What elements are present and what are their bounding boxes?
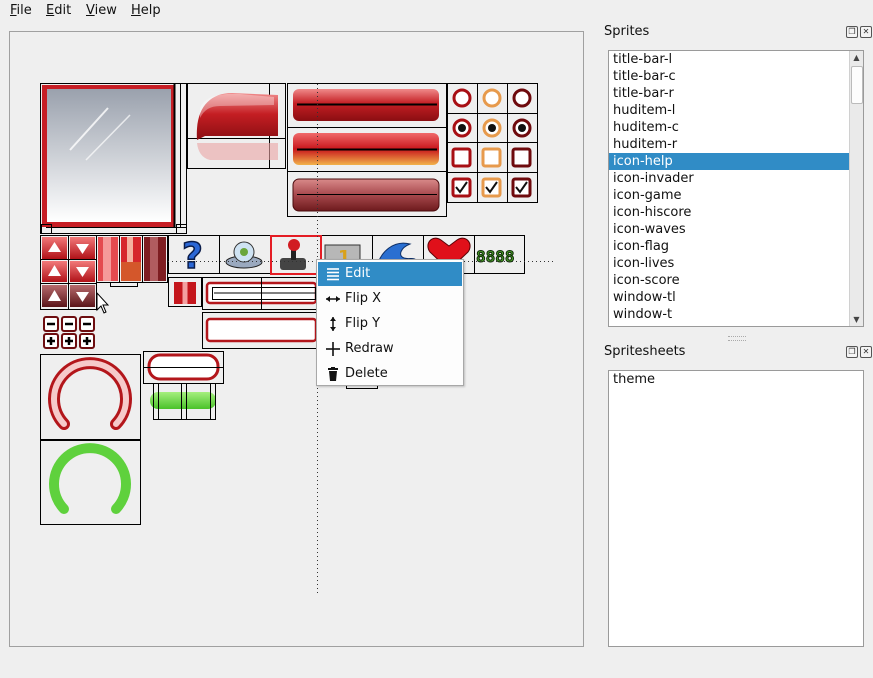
- menu-view[interactable]: View: [86, 3, 117, 19]
- sprites-panel-title: Sprites: [604, 24, 650, 39]
- sprite-list-item[interactable]: title-bar-c: [609, 68, 849, 85]
- sprite-list-item[interactable]: icon-waves: [609, 221, 849, 238]
- scroll-up-icon[interactable]: ▲: [850, 51, 863, 64]
- help-icon[interactable]: ?: [181, 235, 203, 278]
- radio-checkbox-sprites[interactable]: [447, 83, 538, 203]
- float-panel-icon[interactable]: ❐: [846, 346, 858, 358]
- sprite-list-item[interactable]: title-bar-l: [609, 51, 849, 68]
- sprite-list-item[interactable]: huditem-c: [609, 119, 849, 136]
- scroll-down-icon[interactable]: ▼: [850, 313, 863, 326]
- menu-help-label: elp: [140, 3, 161, 18]
- menu-help-accelerator: H: [131, 3, 141, 18]
- dock-splitter-handle[interactable]: [728, 336, 746, 341]
- sprite-list-item[interactable]: window-tl: [609, 289, 849, 306]
- window-sprite[interactable]: [40, 83, 187, 234]
- plus-icon: [326, 342, 340, 356]
- score-digits-icon[interactable]: 8888: [475, 242, 523, 267]
- menu-bar: File Edit View Help: [0, 0, 873, 22]
- menu-help[interactable]: Help: [131, 3, 161, 19]
- close-panel-icon[interactable]: ✕: [860, 26, 872, 38]
- sprite-list-item[interactable]: icon-score: [609, 272, 849, 289]
- sprite-list-item[interactable]: icon-lives: [609, 255, 849, 272]
- menu-item-label: Flip X: [345, 291, 381, 306]
- list-icon: [327, 268, 339, 281]
- svg-text:?: ?: [182, 236, 203, 277]
- sprite-list-item[interactable]: icon-hiscore: [609, 204, 849, 221]
- menu-item-label: Redraw: [345, 341, 394, 356]
- spritesheets-panel-title: Spritesheets: [604, 344, 686, 359]
- sprite-list-item[interactable]: icon-flag: [609, 238, 849, 255]
- menu-file[interactable]: File: [10, 3, 32, 19]
- trash-icon: [328, 367, 338, 381]
- menu-item-label: Edit: [345, 266, 371, 281]
- menu-item-flip-x[interactable]: Flip X: [318, 287, 462, 311]
- close-panel-icon[interactable]: ✕: [860, 346, 872, 358]
- sprite-list-scrollbar[interactable]: ▲ ▼: [849, 51, 863, 326]
- float-panel-icon[interactable]: ❐: [846, 26, 858, 38]
- flip-vertical-icon: [330, 317, 336, 331]
- menu-item-redraw[interactable]: Redraw: [318, 337, 462, 361]
- score-digits: 8888: [476, 247, 515, 266]
- sprite-list-item[interactable]: huditem-r: [609, 136, 849, 153]
- scrollbar-sprites[interactable]: [96, 235, 168, 287]
- menu-view-accelerator: V: [86, 3, 95, 18]
- menu-item-label: Delete: [345, 366, 388, 381]
- plus-minus-sprites[interactable]: [42, 315, 97, 350]
- menu-edit[interactable]: Edit: [46, 3, 71, 19]
- context-menu: Edit Flip X Flip Y Redraw Delete: [316, 259, 464, 386]
- menu-item-delete[interactable]: Delete: [318, 362, 462, 386]
- menu-item-label: Flip Y: [345, 316, 381, 331]
- sprite-list-item[interactable]: title-bar-r: [609, 85, 849, 102]
- spritesheet-list[interactable]: theme: [608, 370, 864, 647]
- arrow-button-sprites[interactable]: [40, 235, 97, 310]
- menu-item-edit[interactable]: Edit: [318, 262, 462, 286]
- scrollbar-thumb[interactable]: [851, 66, 863, 104]
- sprite-list-item[interactable]: window-t: [609, 306, 849, 323]
- hud-bars-sprite[interactable]: [287, 83, 447, 217]
- menu-file-label: ile: [16, 3, 32, 18]
- menu-item-flip-y[interactable]: Flip Y: [318, 312, 462, 336]
- menu-edit-accelerator: E: [46, 3, 55, 18]
- sprite-list[interactable]: title-bar-l title-bar-c title-bar-r huditem…: [608, 50, 864, 327]
- menu-edit-label: dit: [54, 3, 72, 18]
- sprite-list-item[interactable]: icon-help: [609, 153, 849, 170]
- sprite-list-item[interactable]: icon-game: [609, 187, 849, 204]
- sprite-list-item[interactable]: huditem-l: [609, 102, 849, 119]
- menu-view-label: iew: [94, 3, 117, 18]
- flip-horizontal-icon: [326, 296, 340, 302]
- sprite-list-item[interactable]: icon-invader: [609, 170, 849, 187]
- spritesheet-item[interactable]: theme: [609, 371, 849, 388]
